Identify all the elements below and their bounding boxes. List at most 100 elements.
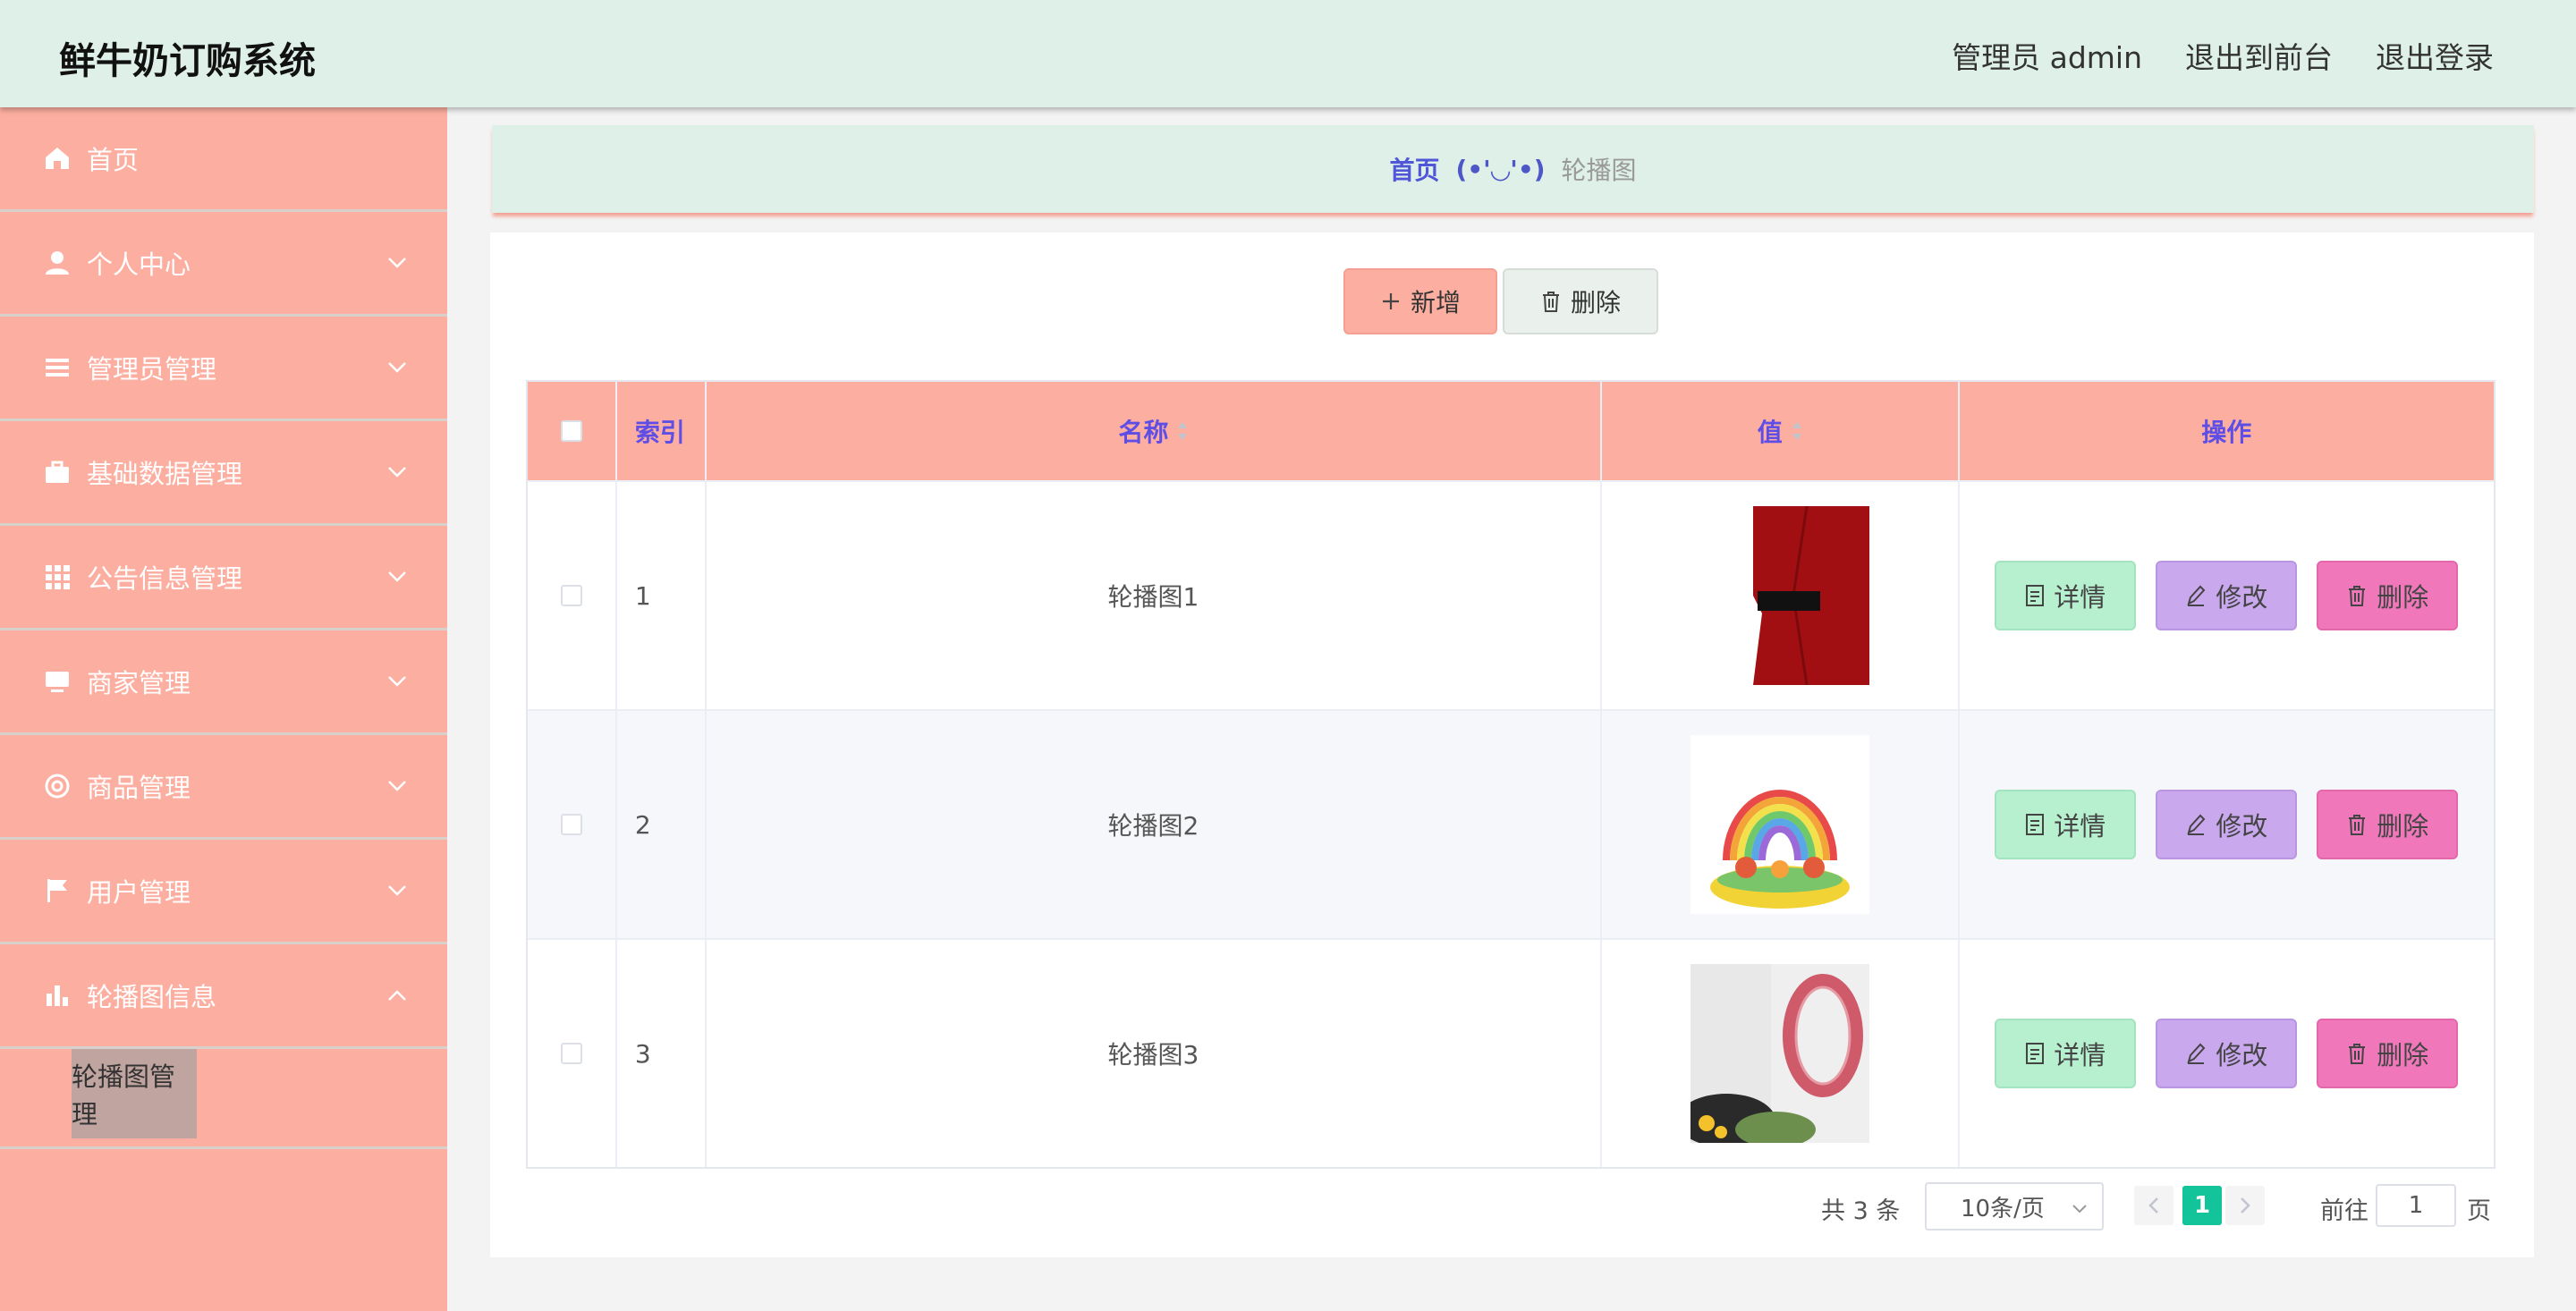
sidebar-item-label: 商家管理 (87, 668, 191, 698)
batch-delete-button[interactable]: 删除 (1503, 268, 1658, 334)
chevron-down-icon (388, 258, 406, 268)
row-index: 3 (634, 1038, 651, 1069)
carousel-image-thumbnail[interactable] (1690, 506, 1869, 685)
header-index: 索引 (634, 418, 685, 447)
bar-chart-icon (47, 985, 68, 1006)
pencil-icon (2187, 814, 2206, 835)
carousel-image-thumbnail[interactable] (1690, 964, 1869, 1143)
detail-label: 详情 (2054, 811, 2106, 842)
grid-icon (46, 565, 70, 589)
pencil-icon (2187, 1043, 2206, 1064)
table-row: 3 轮播图3 详情 修改 删除 (528, 938, 2494, 1167)
pagination-total: 共 3 条 (1821, 1197, 1901, 1225)
sidebar-item-goods[interactable]: 商品管理 (0, 735, 447, 840)
table-row: 1 轮播图1 详情 修改 删除 (528, 480, 2494, 709)
document-icon (2026, 814, 2045, 835)
detail-button[interactable]: 详情 (1995, 790, 2137, 859)
breadcrumb-separator: (•'◡'•) (1455, 154, 1546, 184)
edit-label: 修改 (2216, 811, 2268, 842)
goto-unit: 页 (2467, 1197, 2491, 1225)
carousel-image-thumbnail[interactable] (1690, 735, 1869, 914)
sidebar-item-profile[interactable]: 个人中心 (0, 212, 447, 317)
chevron-down-icon (388, 467, 406, 478)
table-header: 索引 名称 值 操作 (528, 382, 2494, 480)
sidebar-item-users[interactable]: 用户管理 (0, 840, 447, 944)
document-icon (2026, 585, 2045, 606)
page-size-select[interactable]: 10条/页 (1925, 1182, 2104, 1231)
delete-label: 删除 (2377, 582, 2429, 613)
row-checkbox[interactable] (560, 585, 582, 606)
delete-label: 删除 (2377, 1040, 2429, 1070)
row-checkbox[interactable] (560, 814, 582, 835)
edit-label: 修改 (2216, 1040, 2268, 1070)
header-value: 值 (1757, 418, 1783, 447)
add-button-label: 新增 (1410, 288, 1461, 317)
detail-button[interactable]: 详情 (1995, 561, 2137, 630)
chevron-down-icon (388, 885, 406, 896)
sidebar-item-notice[interactable]: 公告信息管理 (0, 526, 447, 630)
submenu-carousel: 轮播图管理 (0, 1049, 447, 1149)
chevron-left-icon (2148, 1197, 2158, 1214)
delete-row-button[interactable]: 删除 (2317, 790, 2459, 859)
breadcrumb-home[interactable]: 首页 (1389, 151, 1439, 187)
edit-button[interactable]: 修改 (2156, 1019, 2298, 1088)
edit-label: 修改 (2216, 582, 2268, 613)
sidebar-item-carousel[interactable]: 轮播图信息 (0, 944, 447, 1049)
exit-to-front-link[interactable]: 退出到前台 (2185, 34, 2333, 77)
trash-icon (1542, 292, 1559, 312)
page-size-value: 10条/页 (1961, 1195, 2045, 1222)
trash-icon (2349, 586, 2366, 606)
row-name: 轮播图3 (1107, 1040, 1199, 1070)
batch-delete-label: 删除 (1570, 288, 1621, 317)
header-name: 名称 (1118, 418, 1169, 447)
chevron-right-icon (2241, 1197, 2250, 1214)
pencil-icon (2187, 585, 2206, 606)
chevron-down-icon (2072, 1205, 2087, 1214)
logout-link[interactable]: 退出登录 (2376, 34, 2494, 77)
sidebar-item-basic-data[interactable]: 基础数据管理 (0, 421, 447, 526)
goto-page-input[interactable]: 1 (2376, 1184, 2456, 1227)
header-name-sortable[interactable]: 名称 (707, 382, 1602, 480)
header-actions: 操作 (2201, 418, 2252, 447)
home-icon (46, 148, 69, 169)
select-all-checkbox[interactable] (560, 420, 582, 442)
sidebar-item-label: 个人中心 (87, 250, 191, 280)
row-index: 1 (634, 580, 651, 611)
sidebar-item-label: 首页 (87, 145, 140, 175)
header-value-sortable[interactable]: 值 (1602, 382, 1960, 480)
app-title: 鲜牛奶订购系统 (59, 39, 316, 82)
sidebar-item-label: 用户管理 (87, 877, 191, 908)
user-icon (46, 251, 69, 275)
sidebar-item-home[interactable]: 首页 (0, 107, 447, 212)
add-button[interactable]: 新增 (1343, 268, 1497, 334)
delete-row-button[interactable]: 删除 (2317, 561, 2459, 630)
chevron-down-icon (388, 571, 406, 582)
row-name: 轮播图1 (1107, 582, 1199, 612)
edit-button[interactable]: 修改 (2156, 561, 2298, 630)
next-page-button[interactable] (2225, 1186, 2265, 1225)
admin-user-label[interactable]: 管理员 admin (1952, 34, 2142, 77)
trash-icon (2349, 815, 2366, 835)
delete-label: 删除 (2377, 811, 2429, 842)
sidebar-subitem-carousel-management[interactable]: 轮播图管理 (72, 1049, 197, 1138)
sidebar-item-label: 轮播图信息 (87, 982, 217, 1012)
page-number-active[interactable]: 1 (2182, 1186, 2222, 1225)
sidebar-item-merchant[interactable]: 商家管理 (0, 630, 447, 735)
briefcase-icon (46, 461, 69, 483)
breadcrumb: 首页 (•'◡'•) 轮播图 (492, 125, 2534, 213)
goto-label: 前往 (2320, 1197, 2368, 1225)
sidebar-item-admin-management[interactable]: 管理员管理 (0, 317, 447, 421)
row-name: 轮播图2 (1107, 811, 1199, 841)
row-checkbox[interactable] (560, 1043, 582, 1064)
sort-icon (1178, 422, 1188, 440)
prev-page-button[interactable] (2134, 1186, 2174, 1225)
detail-button[interactable]: 详情 (1995, 1019, 2137, 1088)
edit-button[interactable]: 修改 (2156, 790, 2298, 859)
chevron-down-icon (388, 781, 406, 791)
sidebar-item-label: 公告信息管理 (87, 563, 243, 594)
delete-row-button[interactable]: 删除 (2317, 1019, 2459, 1088)
pagination: 共 3 条 10条/页 1 前往 1 页 (490, 1180, 2534, 1234)
detail-label: 详情 (2054, 582, 2106, 613)
document-icon (2026, 1043, 2045, 1064)
carousel-table: 索引 名称 值 操作 1 轮播图1 详情 修改 删除 2 轮播图2 详情 修改 … (526, 380, 2496, 1169)
